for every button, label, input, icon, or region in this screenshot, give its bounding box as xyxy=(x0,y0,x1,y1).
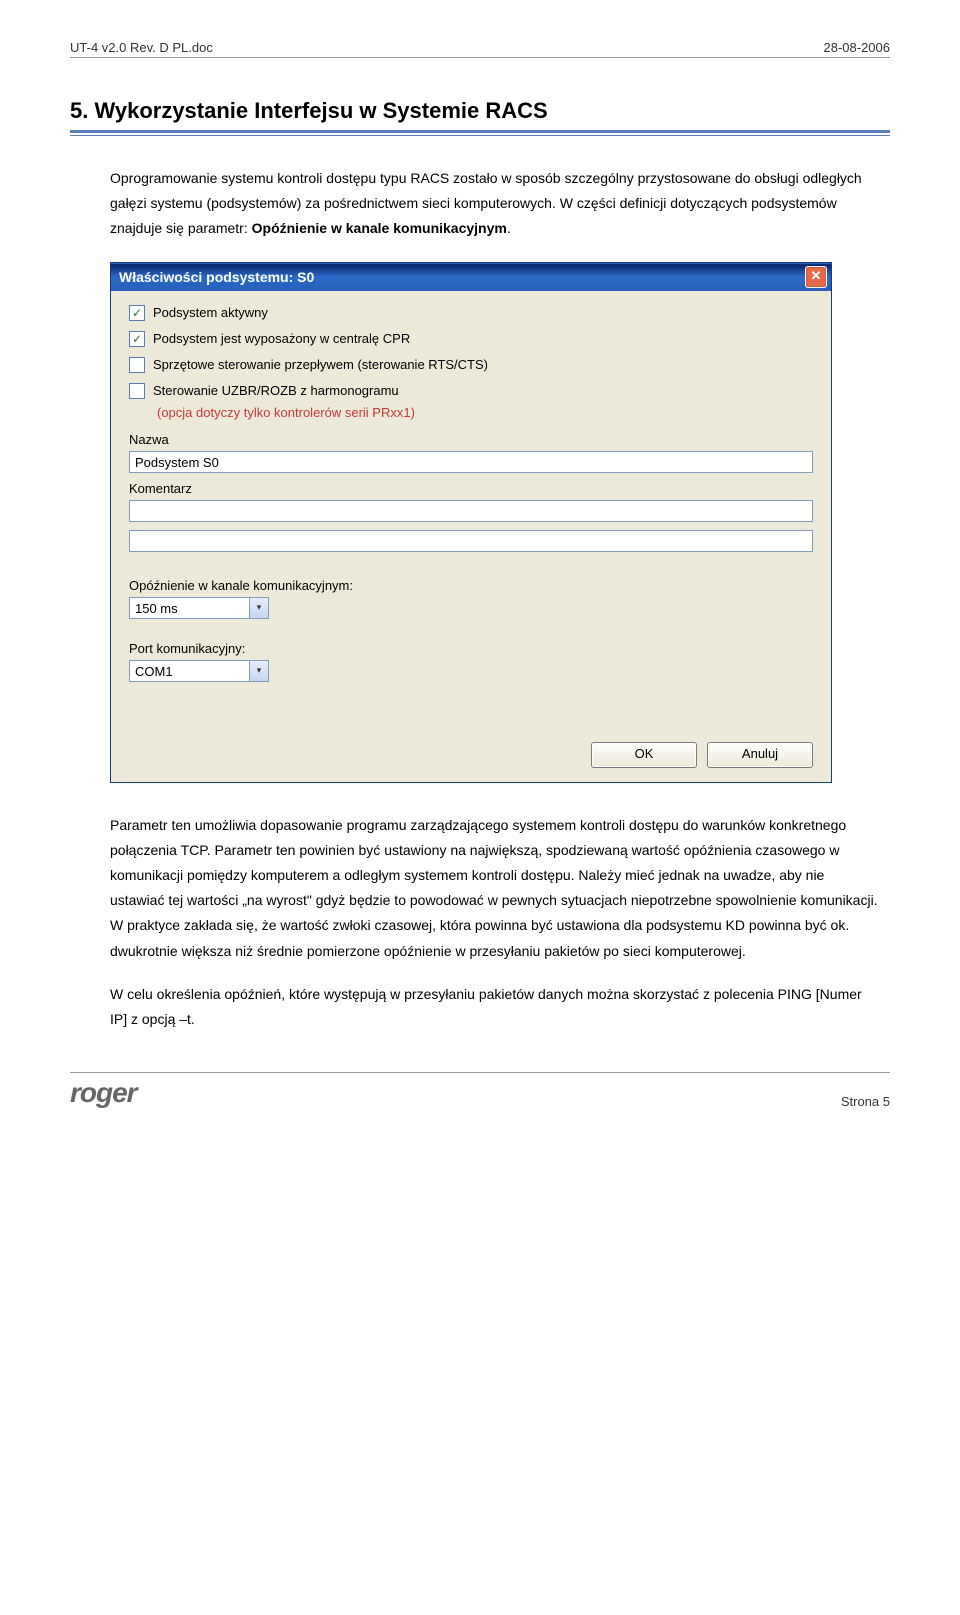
checkbox-icon: ✓ xyxy=(129,331,145,347)
checkbox-label: Sterowanie UZBR/ROZB z harmonogramu xyxy=(153,383,399,398)
comment-input-1[interactable] xyxy=(129,500,813,522)
port-value[interactable]: COM1 xyxy=(129,660,250,682)
paragraph-3: W celu określenia opóźnień, które występ… xyxy=(110,982,880,1032)
paragraph-2: Parametr ten umożliwia dopasowanie progr… xyxy=(110,813,880,964)
doc-date: 28-08-2006 xyxy=(824,40,891,55)
page-footer: roger Strona 5 xyxy=(70,1072,890,1109)
checkbox-cpr[interactable]: ✓ Podsystem jest wyposażony w centralę C… xyxy=(129,331,813,347)
page-header: UT-4 v2.0 Rev. D PL.doc 28-08-2006 xyxy=(70,40,890,58)
checkbox-icon: ✓ xyxy=(129,305,145,321)
chevron-down-icon[interactable]: ▾ xyxy=(250,660,269,682)
delay-value[interactable]: 150 ms xyxy=(129,597,250,619)
port-label: Port komunikacyjny: xyxy=(129,641,813,656)
close-icon[interactable]: ✕ xyxy=(805,266,827,288)
port-combo[interactable]: COM1 ▾ xyxy=(129,660,269,682)
heading-underline xyxy=(70,130,890,136)
page-number: Strona 5 xyxy=(841,1094,890,1109)
ok-button[interactable]: OK xyxy=(591,742,697,768)
dialog-title: Właściwości podsystemu: S0 xyxy=(119,269,314,285)
cancel-button[interactable]: Anuluj xyxy=(707,742,813,768)
option-note: (opcja dotyczy tylko kontrolerów serii P… xyxy=(157,405,813,420)
delay-label: Opóźnienie w kanale komunikacyjnym: xyxy=(129,578,813,593)
comment-label: Komentarz xyxy=(129,481,813,496)
checkbox-icon xyxy=(129,383,145,399)
chevron-down-icon[interactable]: ▾ xyxy=(250,597,269,619)
name-label: Nazwa xyxy=(129,432,813,447)
comment-input-2[interactable] xyxy=(129,530,813,552)
name-input[interactable]: Podsystem S0 xyxy=(129,451,813,473)
properties-dialog: Właściwości podsystemu: S0 ✕ ✓ Podsystem… xyxy=(110,262,832,783)
checkbox-icon xyxy=(129,357,145,373)
param-name-bold: Opóźnienie w kanale komunikacyjnym xyxy=(252,220,507,236)
section-heading: 5. Wykorzystanie Interfejsu w Systemie R… xyxy=(70,98,890,124)
section-number: 5. xyxy=(70,98,88,123)
checkbox-uzbr[interactable]: Sterowanie UZBR/ROZB z harmonogramu xyxy=(129,383,813,399)
paragraph-1: Oprogramowanie systemu kontroli dostępu … xyxy=(110,166,880,242)
delay-combo[interactable]: 150 ms ▾ xyxy=(129,597,269,619)
dialog-titlebar[interactable]: Właściwości podsystemu: S0 ✕ xyxy=(111,263,831,291)
checkbox-active[interactable]: ✓ Podsystem aktywny xyxy=(129,305,813,321)
section-title: Wykorzystanie Interfejsu w Systemie RACS xyxy=(94,98,547,123)
checkbox-label: Podsystem jest wyposażony w centralę CPR xyxy=(153,331,410,346)
logo: roger xyxy=(70,1077,137,1109)
doc-filename: UT-4 v2.0 Rev. D PL.doc xyxy=(70,40,213,55)
checkbox-label: Sprzętowe sterowanie przepływem (sterowa… xyxy=(153,357,488,372)
checkbox-label: Podsystem aktywny xyxy=(153,305,268,320)
checkbox-rtscts[interactable]: Sprzętowe sterowanie przepływem (sterowa… xyxy=(129,357,813,373)
